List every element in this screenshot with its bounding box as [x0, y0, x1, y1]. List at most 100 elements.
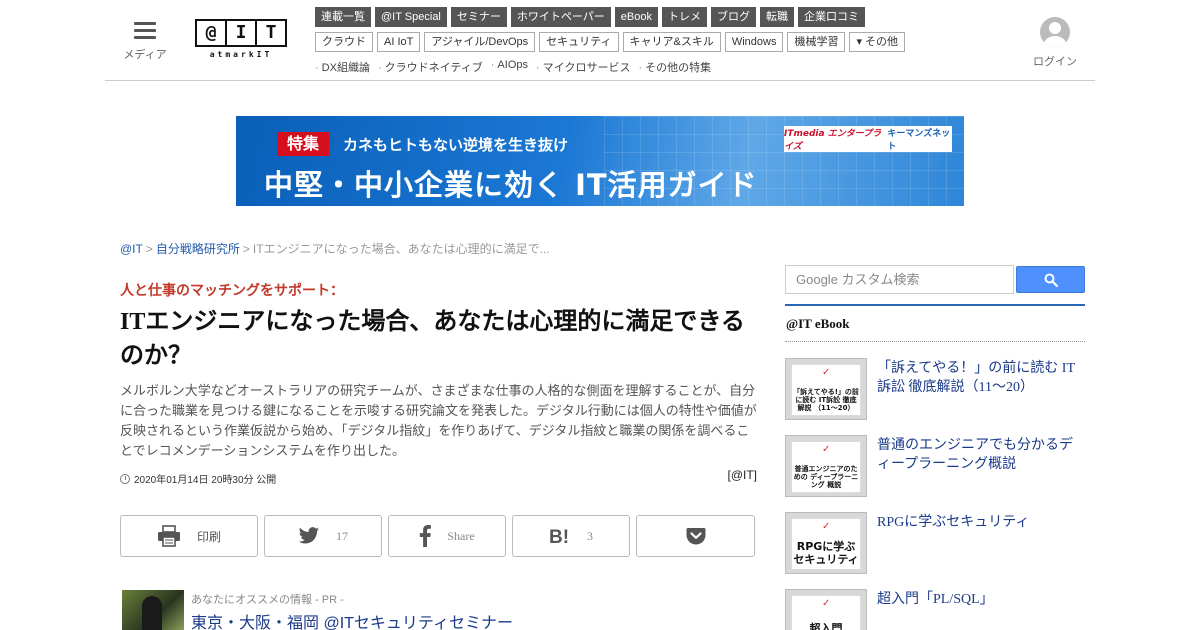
- banner-headline: 中堅・中小企業に効く IT活用ガイド: [264, 168, 758, 202]
- nav-ai-iot[interactable]: AI IoT: [377, 32, 421, 52]
- article-lead: メルボルン大学などオーストラリアの研究チームが、さまざまな仕事の人格的な側面を理…: [120, 383, 757, 458]
- sidebar-divider: [785, 304, 1085, 306]
- pr-recommendation: あなたにオススメの情報 - PR - 東京・大阪・福岡 @ITセキュリティセミナ…: [122, 590, 762, 630]
- ebook-cover-text: 超入門: [809, 622, 843, 630]
- pocket-save-button[interactable]: [636, 515, 755, 557]
- pdf-icon: ✓: [822, 521, 831, 532]
- nav-seminar[interactable]: セミナー: [450, 7, 507, 27]
- facebook-icon: [420, 525, 432, 547]
- sidebar-dotted-divider: [785, 341, 1085, 342]
- pocket-icon: [686, 528, 705, 545]
- category-nav: クラウド AI IoT アジャイル/DevOps セキュリティ キャリア&スキル…: [315, 32, 906, 52]
- logo-char: I: [227, 21, 257, 45]
- search-icon: [1044, 273, 1058, 287]
- nav-agile-devops[interactable]: アジャイル/DevOps: [424, 32, 536, 52]
- ebook-cover[interactable]: ✓ RPGに学ぶ セキュリティ: [785, 512, 867, 574]
- user-avatar-icon: [1040, 17, 1070, 47]
- ebook-cover-text: 普通エンジニアのための ディープラーニング 概説: [793, 465, 859, 489]
- nav-cloud[interactable]: クラウド: [315, 32, 373, 52]
- site-header: メディア @ I T atmarkIT 連載一覧 @IT Special セミナ…: [105, 0, 1095, 81]
- nav-career-skill[interactable]: キャリア&スキル: [622, 32, 721, 52]
- hatena-count: 3: [587, 528, 593, 543]
- breadcrumb: @IT > 自分戦略研究所 > ITエンジニアになった場合、あなたは心理的に満足で...: [120, 240, 550, 257]
- nav-feature-aiops[interactable]: AIOps: [491, 59, 528, 75]
- twitter-share-button[interactable]: 17: [264, 515, 382, 557]
- nav-feature-others[interactable]: その他の特集: [638, 59, 711, 75]
- ebook-cover-text: 「訴えてやる!」の前に読む IT訴訟 徹底解説 （11～20）: [793, 388, 859, 412]
- pdf-icon: ✓: [822, 444, 831, 455]
- login-button[interactable]: ログイン: [1032, 17, 1078, 69]
- pr-label: あなたにオススメの情報 - PR -: [191, 594, 344, 606]
- atmarkit-logo[interactable]: @ I T atmarkIT: [195, 19, 287, 63]
- search-button[interactable]: [1016, 266, 1085, 293]
- ebook-cover[interactable]: ✓ 普通エンジニアのための ディープラーニング 概説: [785, 435, 867, 497]
- ebook-cover-text: RPGに学ぶ セキュリティ: [793, 540, 859, 566]
- share-toolbar: 印刷 17 Share B! 3: [120, 515, 755, 557]
- ebook-item[interactable]: ✓ 超入門 超入門「PL/SQL」: [785, 589, 1085, 630]
- facebook-share-label: Share: [447, 528, 475, 543]
- publish-date-text: 2020年01月14日 20時30分 公開: [134, 475, 277, 486]
- nav-blog[interactable]: ブログ: [710, 7, 756, 27]
- breadcrumb-separator: >: [242, 242, 250, 256]
- logo-char: T: [265, 22, 277, 43]
- svg-text:B!: B!: [549, 527, 569, 545]
- clock-icon: [120, 473, 130, 484]
- ebook-section-title: @IT eBook: [786, 316, 850, 331]
- nav-it-special[interactable]: @IT Special: [375, 7, 447, 27]
- pr-thumbnail[interactable]: [122, 590, 184, 630]
- hamburger-icon: [134, 22, 156, 39]
- nav-feature-microservices[interactable]: マイクロサービス: [536, 59, 631, 75]
- ebook-cover[interactable]: ✓ 超入門: [785, 589, 867, 630]
- nav-whitepaper[interactable]: ホワイトペーパー: [510, 7, 611, 27]
- search-input[interactable]: [785, 265, 1014, 294]
- ebook-item[interactable]: ✓ RPGに学ぶ セキュリティ RPGに学ぶセキュリティ: [785, 512, 1085, 574]
- nav-feature-dx[interactable]: DX組織論: [315, 59, 370, 75]
- ebook-title-link[interactable]: 超入門「PL/SQL」: [877, 590, 1085, 609]
- logo-char: @: [197, 21, 227, 45]
- breadcrumb-separator: >: [145, 242, 153, 256]
- nav-security[interactable]: セキュリティ: [539, 32, 619, 52]
- print-button[interactable]: 印刷: [120, 515, 258, 557]
- nav-others-dropdown[interactable]: ▾ その他: [849, 32, 906, 52]
- ebook-item[interactable]: ✓ 「訴えてやる!」の前に読む IT訴訟 徹底解説 （11～20） 「訴えてやる！…: [785, 358, 1085, 420]
- article-kicker: 人と仕事のマッチングをサポート：: [120, 282, 344, 298]
- itmedia-enterprise-logo: ITmedia エンタープライズ: [784, 129, 882, 152]
- banner-logos: ITmedia エンタープライズ キーマンズネット: [784, 126, 952, 152]
- nav-windows[interactable]: Windows: [724, 32, 784, 52]
- twitter-icon: [298, 527, 320, 544]
- nav-toreme[interactable]: トレメ: [661, 7, 707, 27]
- nav-feature-cloudnative[interactable]: クラウドネイティブ: [378, 59, 483, 75]
- nav-series-list[interactable]: 連載一覧: [315, 7, 371, 27]
- media-menu-button[interactable]: メディア: [122, 22, 168, 62]
- ebook-cover[interactable]: ✓ 「訴えてやる!」の前に読む IT訴訟 徹底解説 （11～20）: [785, 358, 867, 420]
- banner-tag: 特集: [277, 132, 330, 156]
- pdf-icon: ✓: [822, 598, 831, 609]
- feature-nav: DX組織論 クラウドネイティブ AIOps マイクロサービス その他の特集: [315, 59, 711, 75]
- article-title: ITエンジニアになった場合、あなたは心理的に満足できるのか？: [120, 309, 745, 369]
- nav-company-reviews[interactable]: 企業口コミ: [797, 7, 865, 27]
- ebook-item[interactable]: ✓ 普通エンジニアのための ディープラーニング 概説 普通のエンジニアでも分かるデ…: [785, 435, 1085, 497]
- print-label: 印刷: [196, 529, 221, 544]
- breadcrumb-home[interactable]: @IT: [120, 242, 143, 256]
- primary-nav: 連載一覧 @IT Special セミナー ホワイトペーパー eBook トレメ…: [315, 7, 865, 27]
- login-label: ログイン: [1033, 55, 1077, 68]
- pr-seminar-link[interactable]: 東京・大阪・福岡 @ITセキュリティセミナー: [191, 609, 513, 630]
- pdf-icon: ✓: [822, 367, 831, 378]
- ebook-title-link[interactable]: 普通のエンジニアでも分かるディープラーニング概説: [877, 436, 1085, 474]
- printer-icon: [157, 525, 180, 547]
- twitter-count: 17: [336, 528, 348, 543]
- article-credit: [@IT]: [727, 468, 757, 482]
- nav-career[interactable]: 転職: [759, 7, 794, 27]
- media-menu-label: メディア: [123, 48, 167, 61]
- nav-machine-learning[interactable]: 機械学習: [787, 32, 846, 52]
- feature-banner[interactable]: 特集 カネもヒトもない逆境を生き抜け 中堅・中小企業に効く IT活用ガイド IT…: [236, 116, 964, 206]
- facebook-share-button[interactable]: Share: [388, 515, 506, 557]
- breadcrumb-current: ITエンジニアになった場合、あなたは心理的に満足で...: [252, 242, 550, 256]
- ebook-title-link[interactable]: RPGに学ぶセキュリティ: [877, 513, 1085, 532]
- nav-ebook[interactable]: eBook: [614, 7, 658, 27]
- publish-date: 2020年01月14日 20時30分 公開: [120, 471, 276, 486]
- ebook-title-link[interactable]: 「訴えてやる！」の前に読む IT訴訟 徹底解説（11～20）: [877, 359, 1085, 397]
- hatena-bookmark-button[interactable]: B! 3: [512, 515, 630, 557]
- breadcrumb-section[interactable]: 自分戦略研究所: [156, 242, 240, 256]
- logo-subtext: atmarkIT: [209, 50, 273, 59]
